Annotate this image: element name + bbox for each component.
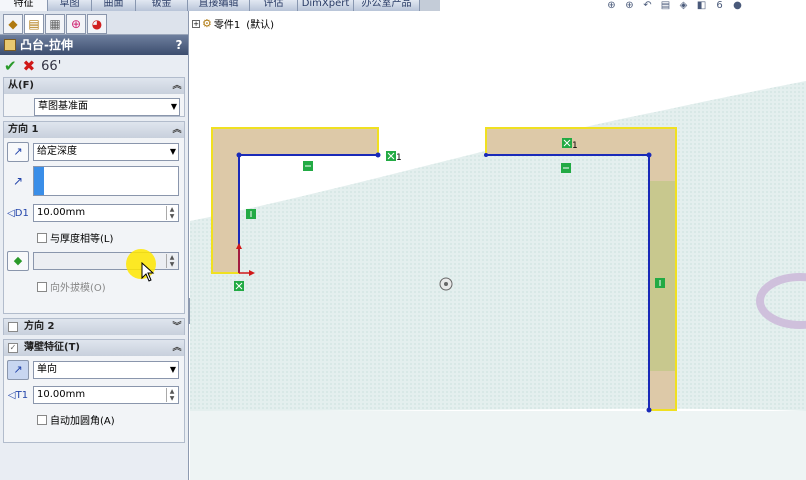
cancel-button[interactable]: ✖	[23, 57, 36, 75]
command-tab[interactable]: 特征	[0, 0, 48, 11]
vertical-relation-icon	[655, 278, 665, 288]
end-condition-value: 给定深度	[37, 146, 77, 157]
from-group-header[interactable]: 从(F) ︽	[4, 78, 184, 94]
reverse-direction-icon[interactable]: ↗	[7, 142, 29, 162]
direction2-group-header[interactable]: 方向 2 ︾	[4, 319, 184, 335]
draft-angle-input[interactable]: ▲ ▼	[33, 252, 179, 270]
dropdown-arrow-icon: ▼	[169, 365, 176, 374]
thin-feature-checkbox[interactable]: ✓	[8, 343, 18, 353]
auto-fillet-option[interactable]: 自动加圆角(A)	[4, 412, 184, 427]
graphics-area[interactable]: 1 1	[190, 11, 806, 480]
preview-button[interactable]: 66'	[41, 59, 61, 74]
direction-vector-icon: ↗	[12, 174, 24, 188]
rotate-center-icon	[439, 277, 453, 291]
thin-type-select[interactable]: 单向 ▼	[33, 361, 179, 379]
direction2-label: 方向 2	[24, 321, 55, 332]
equal-thickness-checkbox[interactable]	[37, 232, 47, 243]
help-button[interactable]: ?	[170, 35, 188, 55]
collapse-chevron-icon[interactable]: ︽	[170, 122, 184, 138]
relation-count-label: 1	[396, 153, 402, 163]
direction2-group: 方向 2 ︾	[3, 318, 185, 335]
thin-reverse-direction-icon[interactable]: ↗	[7, 360, 29, 380]
equal-thickness-label: 与厚度相等(L)	[50, 234, 114, 245]
coincident-relation-icon	[234, 281, 244, 291]
extrude-boss-icon	[4, 39, 16, 51]
right-l-shaded-face	[650, 181, 675, 371]
display-manager-tab-icon[interactable]: ◕	[87, 14, 107, 34]
command-tab[interactable]: 曲面	[92, 0, 136, 11]
draft-spinner-icon[interactable]: ▲ ▼	[166, 254, 177, 268]
draft-outward-checkbox[interactable]	[37, 281, 47, 292]
auto-fillet-checkbox[interactable]	[37, 414, 47, 425]
relation-count-label: 1	[572, 141, 578, 151]
command-tab[interactable]: 办公室产品	[354, 0, 420, 11]
direction1-group: 方向 1 ︽ ↗ 给定深度 ▼ ↗ ◁D1 10.00mm ▲ ▼ 与厚度相等(…	[3, 121, 185, 314]
collapse-chevron-icon[interactable]: ︽	[170, 340, 184, 356]
thickness-value: 10.00mm	[37, 389, 86, 400]
coincident-relation-icon	[562, 138, 572, 148]
horizontal-relation-icon	[303, 161, 313, 171]
vertical-relation-icon	[246, 209, 256, 219]
thickness-input[interactable]: 10.00mm ▲ ▼	[33, 386, 179, 404]
background-gradient-lower	[190, 411, 806, 480]
command-tab[interactable]: 钣金	[136, 0, 188, 11]
draft-outward-option[interactable]: 向外拔模(O)	[4, 279, 184, 294]
dimxpert-manager-tab-icon[interactable]: ⊕	[66, 14, 86, 34]
confirmation-row: ✔ ✖ 66'	[0, 55, 188, 77]
end-condition-select[interactable]: 给定深度 ▼	[33, 143, 179, 161]
command-tab[interactable]: 草图	[48, 0, 92, 11]
direction-selection-box[interactable]	[33, 166, 179, 196]
feature-title-bar: 凸台-拉伸 ?	[0, 35, 188, 55]
from-group: 从(F) ︽ 草图基准面 ▼	[3, 77, 185, 117]
collapse-chevron-icon[interactable]: ︽	[170, 78, 184, 94]
draft-outward-label: 向外拔模(O)	[50, 283, 106, 294]
selection-highlight	[34, 167, 44, 195]
depth-value: 10.00mm	[37, 207, 86, 218]
direction1-label: 方向 1	[8, 124, 39, 135]
depth-spinner-icon[interactable]: ▲ ▼	[166, 206, 177, 220]
command-manager-tabs: 特征 草图 曲面 钣金 直接编辑 评估 DimXpert 办公室产品	[0, 0, 440, 11]
dropdown-arrow-icon: ▼	[169, 147, 176, 156]
configuration-manager-tab-icon[interactable]: ▦	[45, 14, 65, 34]
mouse-pointer-icon	[141, 262, 155, 282]
thickness-spinner-icon[interactable]: ▲ ▼	[166, 388, 177, 402]
feature-title: 凸台-拉伸	[20, 38, 73, 52]
manager-tabs: ◆ ▤ ▦ ⊕ ◕	[0, 11, 188, 35]
configuration-name: (默认)	[246, 20, 275, 31]
from-start-condition-value: 草图基准面	[38, 101, 88, 112]
horizontal-relation-icon	[561, 163, 571, 173]
part-icon: ⚙	[202, 17, 212, 30]
command-tab[interactable]: 评估	[250, 0, 298, 11]
from-start-condition-select[interactable]: 草图基准面 ▼	[34, 98, 180, 116]
property-manager-tab-icon[interactable]: ▤	[24, 14, 44, 34]
expand-tree-icon[interactable]: +	[192, 19, 200, 28]
feature-manager-tab-icon[interactable]: ◆	[3, 14, 23, 34]
property-manager-panel: ◆ ▤ ▦ ⊕ ◕ 凸台-拉伸 ? ✔ ✖ 66' 从(F) ︽ 草图基准面 ▼	[0, 11, 189, 480]
from-group-label: 从(F)	[8, 80, 34, 91]
thickness-dimension-icon: ◁T1	[7, 389, 29, 401]
dropdown-arrow-icon: ▼	[170, 102, 177, 111]
draft-on-off-icon[interactable]: ◆	[7, 251, 29, 271]
part-name: 零件1	[213, 20, 241, 31]
depth-dimension-icon: ◁D1	[7, 207, 29, 219]
depth-input[interactable]: 10.00mm ▲ ▼	[33, 204, 179, 222]
command-tab[interactable]: DimXpert	[298, 0, 354, 11]
direction2-checkbox[interactable]	[8, 322, 18, 332]
thin-feature-group-header[interactable]: ✓ 薄壁特征(T) ︽	[4, 340, 184, 356]
thin-type-value: 单向	[37, 364, 57, 375]
command-tab[interactable]: 直接编辑	[188, 0, 250, 11]
direction1-group-header[interactable]: 方向 1 ︽	[4, 122, 184, 138]
auto-fillet-label: 自动加圆角(A)	[50, 416, 115, 427]
ok-button[interactable]: ✔	[4, 57, 17, 75]
feature-tree-flyout[interactable]: + ⚙ 零件1 (默认)	[192, 16, 274, 31]
coincident-relation-icon	[386, 151, 396, 161]
thin-feature-group: ✓ 薄壁特征(T) ︽ ↗ 单向 ▼ ◁T1 10.00mm ▲ ▼ 自动加圆角…	[3, 339, 185, 443]
thin-feature-label: 薄壁特征(T)	[24, 342, 80, 353]
equal-thickness-option[interactable]: 与厚度相等(L)	[4, 230, 184, 245]
expand-chevron-icon[interactable]: ︾	[170, 319, 184, 335]
